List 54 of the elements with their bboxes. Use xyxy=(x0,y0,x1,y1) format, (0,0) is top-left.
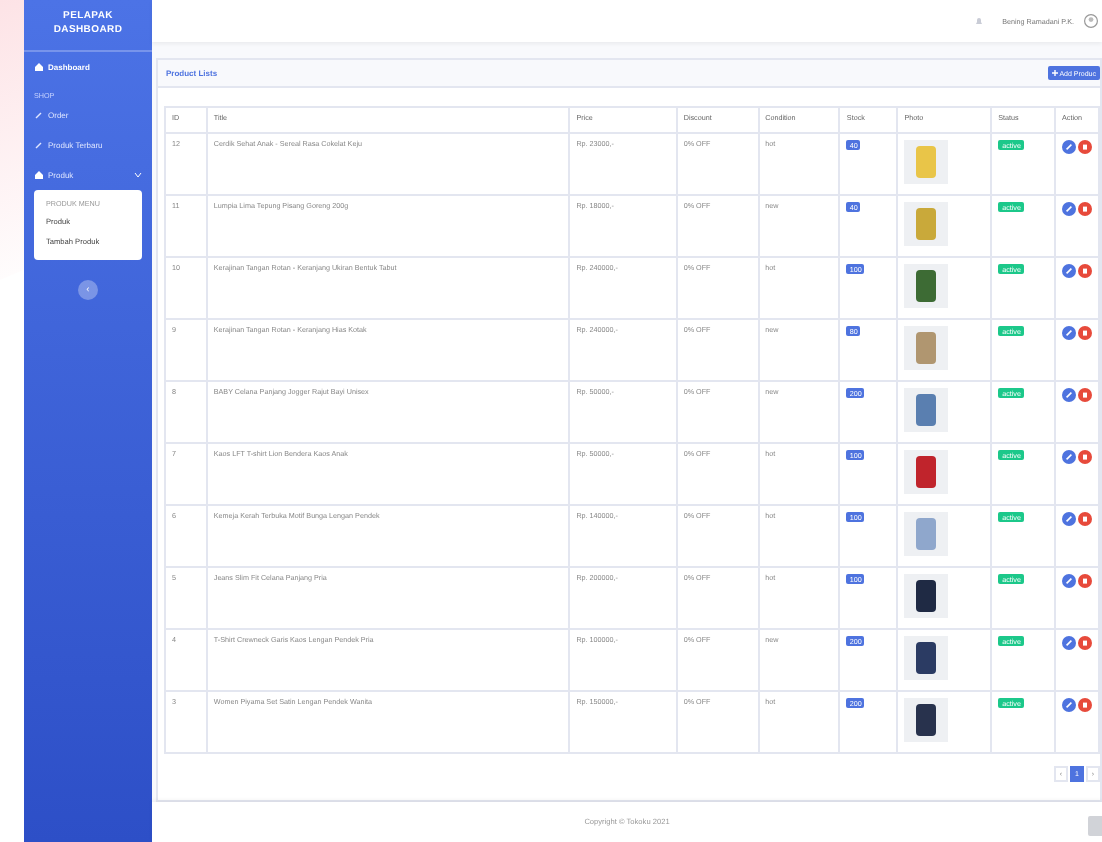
edit-button[interactable] xyxy=(1062,202,1076,217)
product-photo-placeholder xyxy=(904,512,949,557)
trash-icon xyxy=(1082,268,1088,275)
pencil-icon xyxy=(1066,640,1072,647)
trash-icon xyxy=(1082,330,1088,337)
delete-button[interactable] xyxy=(1078,326,1092,341)
delete-button[interactable] xyxy=(1078,450,1092,465)
pencil-icon xyxy=(1066,578,1072,585)
edit-button[interactable] xyxy=(1062,140,1076,155)
product-photo-placeholder xyxy=(904,388,949,433)
pencil-icon xyxy=(1066,516,1072,523)
pencil-icon xyxy=(1066,206,1072,213)
edit-button[interactable] xyxy=(1062,636,1076,651)
delete-button[interactable] xyxy=(1078,574,1092,589)
delete-button[interactable] xyxy=(1078,636,1092,651)
product-photo-placeholder xyxy=(904,202,949,247)
bell-icon xyxy=(974,16,985,27)
edit-button[interactable] xyxy=(1062,574,1076,589)
trash-icon xyxy=(1082,144,1088,151)
home-icon xyxy=(34,62,44,72)
trash-icon xyxy=(1082,392,1088,399)
edit-button[interactable] xyxy=(1062,326,1076,341)
trash-icon xyxy=(1082,206,1088,213)
product-photo-placeholder xyxy=(904,636,949,681)
edit-button[interactable] xyxy=(1062,512,1076,527)
delete-button[interactable] xyxy=(1078,388,1092,403)
product-photo-placeholder xyxy=(904,698,949,743)
delete-button[interactable] xyxy=(1078,698,1092,713)
product-photo-placeholder xyxy=(904,140,949,185)
product-photo-placeholder xyxy=(904,326,949,371)
edit-button[interactable] xyxy=(1062,388,1076,403)
trash-icon xyxy=(1082,702,1088,709)
trash-icon xyxy=(1082,516,1088,523)
pencil-icon xyxy=(1066,392,1072,399)
pencil-icon xyxy=(1066,268,1072,275)
delete-button[interactable] xyxy=(1078,202,1092,217)
product-photo-placeholder xyxy=(904,264,949,309)
product-photo-placeholder xyxy=(904,574,949,619)
delete-button[interactable] xyxy=(1078,264,1092,279)
pencil-icon xyxy=(1066,702,1072,709)
home-icon xyxy=(34,170,44,180)
trash-icon xyxy=(1082,454,1088,461)
edit-button[interactable] xyxy=(1062,698,1076,713)
product-photo-placeholder xyxy=(904,450,949,495)
edit-button[interactable] xyxy=(1062,264,1076,279)
trash-icon xyxy=(1082,578,1088,585)
edit-button[interactable] xyxy=(1062,450,1076,465)
plus-icon xyxy=(1051,70,1058,77)
pencil-icon xyxy=(1066,454,1072,461)
delete-button[interactable] xyxy=(1078,512,1092,527)
trash-icon xyxy=(1082,640,1088,647)
delete-button[interactable] xyxy=(1078,140,1092,155)
pencil-icon xyxy=(1066,330,1072,337)
pencil-icon xyxy=(1066,144,1072,151)
